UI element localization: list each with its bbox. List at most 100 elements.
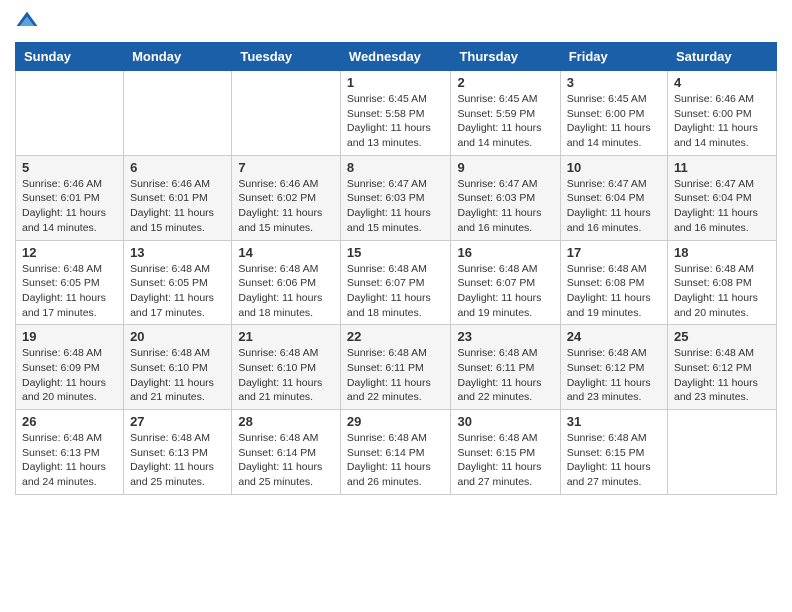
calendar-cell: 27 Sunrise: 6:48 AM Sunset: 6:13 PM Dayli…	[124, 410, 232, 495]
day-number: 13	[130, 245, 225, 260]
calendar-cell: 8 Sunrise: 6:47 AM Sunset: 6:03 PM Daylig…	[340, 155, 451, 240]
day-info: Sunrise: 6:48 AM Sunset: 6:07 PM Dayligh…	[457, 262, 553, 321]
calendar-week-row: 26 Sunrise: 6:48 AM Sunset: 6:13 PM Dayli…	[16, 410, 777, 495]
day-number: 23	[457, 329, 553, 344]
calendar-cell: 25Sunrise: 6:48 AM Sunset: 6:12 PM Dayli…	[668, 325, 777, 410]
calendar-cell: 3 Sunrise: 6:45 AM Sunset: 6:00 PM Daylig…	[560, 71, 667, 156]
day-info: Sunrise: 6:48 AM Sunset: 6:10 PM Dayligh…	[238, 346, 334, 405]
calendar-cell: 26 Sunrise: 6:48 AM Sunset: 6:13 PM Dayli…	[16, 410, 124, 495]
day-number: 20	[130, 329, 225, 344]
calendar-cell: 31 Sunrise: 6:48 AM Sunset: 6:15 PM Dayli…	[560, 410, 667, 495]
day-number: 30	[457, 414, 553, 429]
calendar-cell: 7 Sunrise: 6:46 AM Sunset: 6:02 PM Daylig…	[232, 155, 341, 240]
day-number: 17	[567, 245, 661, 260]
calendar-cell: 21 Sunrise: 6:48 AM Sunset: 6:10 PM Dayli…	[232, 325, 341, 410]
day-number: 27	[130, 414, 225, 429]
calendar-cell: 28 Sunrise: 6:48 AM Sunset: 6:14 PM Dayli…	[232, 410, 341, 495]
day-number: 12	[22, 245, 117, 260]
day-info: Sunrise: 6:48 AM Sunset: 6:08 PM Dayligh…	[674, 262, 770, 321]
day-of-week-header: Sunday	[16, 43, 124, 71]
calendar-cell: 16Sunrise: 6:48 AM Sunset: 6:07 PM Dayli…	[451, 240, 560, 325]
day-info: Sunrise: 6:46 AM Sunset: 6:00 PM Dayligh…	[674, 92, 770, 151]
calendar-cell: 24 Sunrise: 6:48 AM Sunset: 6:12 PM Dayli…	[560, 325, 667, 410]
day-number: 19	[22, 329, 117, 344]
day-info: Sunrise: 6:46 AM Sunset: 6:01 PM Dayligh…	[130, 177, 225, 236]
day-of-week-header: Saturday	[668, 43, 777, 71]
calendar-cell: 15Sunrise: 6:48 AM Sunset: 6:07 PM Dayli…	[340, 240, 451, 325]
day-number: 18	[674, 245, 770, 260]
day-info: Sunrise: 6:48 AM Sunset: 6:11 PM Dayligh…	[457, 346, 553, 405]
day-info: Sunrise: 6:47 AM Sunset: 6:03 PM Dayligh…	[347, 177, 445, 236]
day-of-week-header: Tuesday	[232, 43, 341, 71]
day-number: 22	[347, 329, 445, 344]
header-section	[15, 10, 777, 34]
calendar-cell	[16, 71, 124, 156]
day-info: Sunrise: 6:48 AM Sunset: 6:15 PM Dayligh…	[457, 431, 553, 490]
day-number: 29	[347, 414, 445, 429]
day-number: 3	[567, 75, 661, 90]
calendar-week-row: 12 Sunrise: 6:48 AM Sunset: 6:05 PM Dayli…	[16, 240, 777, 325]
day-number: 28	[238, 414, 334, 429]
calendar-cell: 23 Sunrise: 6:48 AM Sunset: 6:11 PM Dayli…	[451, 325, 560, 410]
calendar-cell: 18 Sunrise: 6:48 AM Sunset: 6:08 PM Dayli…	[668, 240, 777, 325]
day-info: Sunrise: 6:48 AM Sunset: 6:14 PM Dayligh…	[238, 431, 334, 490]
calendar-cell: 14 Sunrise: 6:48 AM Sunset: 6:06 PM Dayli…	[232, 240, 341, 325]
calendar-week-row: 1 Sunrise: 6:45 AM Sunset: 5:58 PM Daylig…	[16, 71, 777, 156]
day-info: Sunrise: 6:48 AM Sunset: 6:14 PM Dayligh…	[347, 431, 445, 490]
page-container: SundayMondayTuesdayWednesdayThursdayFrid…	[0, 0, 792, 505]
day-info: Sunrise: 6:46 AM Sunset: 6:01 PM Dayligh…	[22, 177, 117, 236]
day-number: 11	[674, 160, 770, 175]
day-number: 31	[567, 414, 661, 429]
day-info: Sunrise: 6:48 AM Sunset: 6:13 PM Dayligh…	[22, 431, 117, 490]
day-number: 8	[347, 160, 445, 175]
day-info: Sunrise: 6:48 AM Sunset: 6:06 PM Dayligh…	[238, 262, 334, 321]
day-info: Sunrise: 6:47 AM Sunset: 6:04 PM Dayligh…	[567, 177, 661, 236]
day-number: 2	[457, 75, 553, 90]
day-number: 15	[347, 245, 445, 260]
day-number: 10	[567, 160, 661, 175]
day-info: Sunrise: 6:48 AM Sunset: 6:05 PM Dayligh…	[130, 262, 225, 321]
day-info: Sunrise: 6:47 AM Sunset: 6:03 PM Dayligh…	[457, 177, 553, 236]
day-number: 7	[238, 160, 334, 175]
day-info: Sunrise: 6:48 AM Sunset: 6:05 PM Dayligh…	[22, 262, 117, 321]
calendar-cell: 10 Sunrise: 6:47 AM Sunset: 6:04 PM Dayli…	[560, 155, 667, 240]
calendar-cell: 2Sunrise: 6:45 AM Sunset: 5:59 PM Daylig…	[451, 71, 560, 156]
day-number: 6	[130, 160, 225, 175]
day-info: Sunrise: 6:48 AM Sunset: 6:13 PM Dayligh…	[130, 431, 225, 490]
day-info: Sunrise: 6:46 AM Sunset: 6:02 PM Dayligh…	[238, 177, 334, 236]
calendar-cell: 17Sunrise: 6:48 AM Sunset: 6:08 PM Dayli…	[560, 240, 667, 325]
calendar-cell: 9 Sunrise: 6:47 AM Sunset: 6:03 PM Daylig…	[451, 155, 560, 240]
day-info: Sunrise: 6:48 AM Sunset: 6:11 PM Dayligh…	[347, 346, 445, 405]
calendar-cell: 11 Sunrise: 6:47 AM Sunset: 6:04 PM Dayli…	[668, 155, 777, 240]
day-of-week-header: Monday	[124, 43, 232, 71]
day-number: 26	[22, 414, 117, 429]
day-info: Sunrise: 6:48 AM Sunset: 6:10 PM Dayligh…	[130, 346, 225, 405]
day-info: Sunrise: 6:48 AM Sunset: 6:09 PM Dayligh…	[22, 346, 117, 405]
day-info: Sunrise: 6:45 AM Sunset: 6:00 PM Dayligh…	[567, 92, 661, 151]
day-number: 9	[457, 160, 553, 175]
day-number: 4	[674, 75, 770, 90]
day-number: 1	[347, 75, 445, 90]
day-info: Sunrise: 6:48 AM Sunset: 6:12 PM Dayligh…	[567, 346, 661, 405]
calendar-cell: 6 Sunrise: 6:46 AM Sunset: 6:01 PM Daylig…	[124, 155, 232, 240]
day-number: 25	[674, 329, 770, 344]
day-info: Sunrise: 6:47 AM Sunset: 6:04 PM Dayligh…	[674, 177, 770, 236]
calendar-cell: 19 Sunrise: 6:48 AM Sunset: 6:09 PM Dayli…	[16, 325, 124, 410]
calendar-table: SundayMondayTuesdayWednesdayThursdayFrid…	[15, 42, 777, 495]
calendar-cell	[668, 410, 777, 495]
day-info: Sunrise: 6:45 AM Sunset: 5:58 PM Dayligh…	[347, 92, 445, 151]
calendar-cell: 1 Sunrise: 6:45 AM Sunset: 5:58 PM Daylig…	[340, 71, 451, 156]
logo	[15, 10, 41, 34]
calendar-cell: 13 Sunrise: 6:48 AM Sunset: 6:05 PM Dayli…	[124, 240, 232, 325]
day-info: Sunrise: 6:48 AM Sunset: 6:15 PM Dayligh…	[567, 431, 661, 490]
day-number: 14	[238, 245, 334, 260]
day-number: 24	[567, 329, 661, 344]
calendar-cell: 5 Sunrise: 6:46 AM Sunset: 6:01 PM Daylig…	[16, 155, 124, 240]
calendar-cell: 30 Sunrise: 6:48 AM Sunset: 6:15 PM Dayli…	[451, 410, 560, 495]
day-number: 21	[238, 329, 334, 344]
logo-icon	[15, 10, 39, 34]
calendar-cell: 29 Sunrise: 6:48 AM Sunset: 6:14 PM Dayli…	[340, 410, 451, 495]
day-number: 5	[22, 160, 117, 175]
calendar-cell: 12 Sunrise: 6:48 AM Sunset: 6:05 PM Dayli…	[16, 240, 124, 325]
calendar-cell: 4 Sunrise: 6:46 AM Sunset: 6:00 PM Daylig…	[668, 71, 777, 156]
